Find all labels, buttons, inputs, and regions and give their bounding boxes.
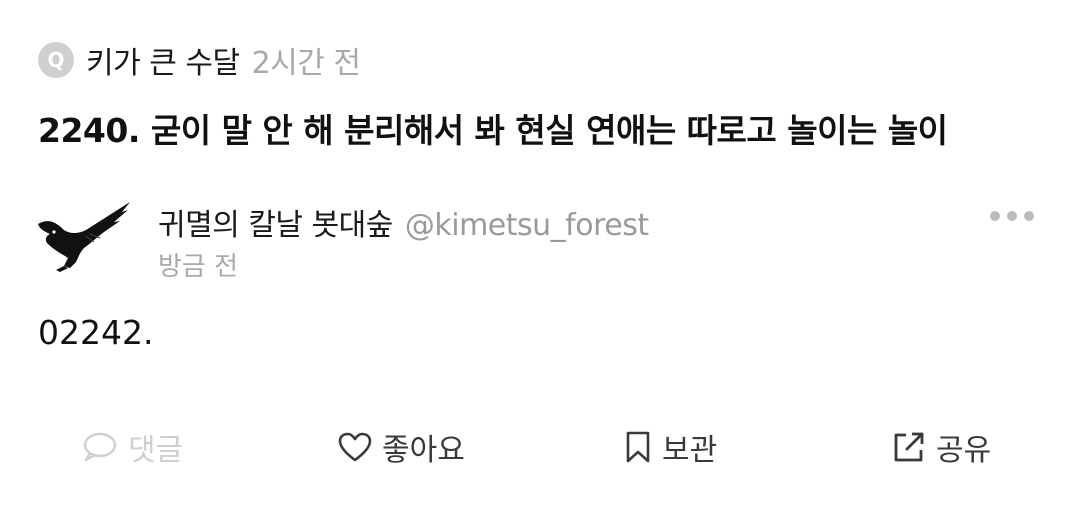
more-dot: [1024, 211, 1034, 221]
like-button[interactable]: 좋아요: [338, 425, 465, 469]
poster-display-name[interactable]: 귀멸의 칼날 봇대숲: [158, 200, 393, 244]
share-label: 공유: [936, 433, 992, 468]
question-text: 2240. 굳이 말 안 해 분리해서 봐 현실 연애는 따로고 놀이는 놀이: [38, 111, 948, 150]
like-label: 좋아요: [382, 433, 465, 468]
share-button[interactable]: 공유: [892, 425, 991, 469]
save-label: 보관: [662, 433, 718, 468]
post-time: 방금 전: [158, 252, 239, 282]
question-time: 2시간 전: [251, 46, 361, 81]
answer-body: 02242.: [38, 313, 154, 352]
question-badge-icon: Q: [38, 42, 74, 78]
crow-avatar-icon[interactable]: [34, 196, 134, 276]
poster-info: 귀멸의 칼날 봇대숲 @kimetsu_forest: [158, 200, 649, 244]
more-dots-icon[interactable]: [990, 204, 1034, 228]
more-dot: [1007, 211, 1017, 221]
poster-handle[interactable]: @kimetsu_forest: [405, 208, 649, 243]
comment-bubble-icon: [83, 432, 117, 462]
question-author[interactable]: 키가 큰 수달: [86, 38, 240, 82]
save-button[interactable]: 보관: [624, 425, 717, 469]
comment-label: 댓글: [128, 433, 184, 468]
heart-icon: [338, 432, 372, 462]
bookmark-icon: [626, 431, 650, 463]
question-header: Q 키가 큰 수달 2시간 전: [38, 38, 361, 82]
more-dot: [990, 211, 1000, 221]
comment-button[interactable]: 댓글: [82, 425, 183, 469]
share-icon: [894, 432, 924, 462]
